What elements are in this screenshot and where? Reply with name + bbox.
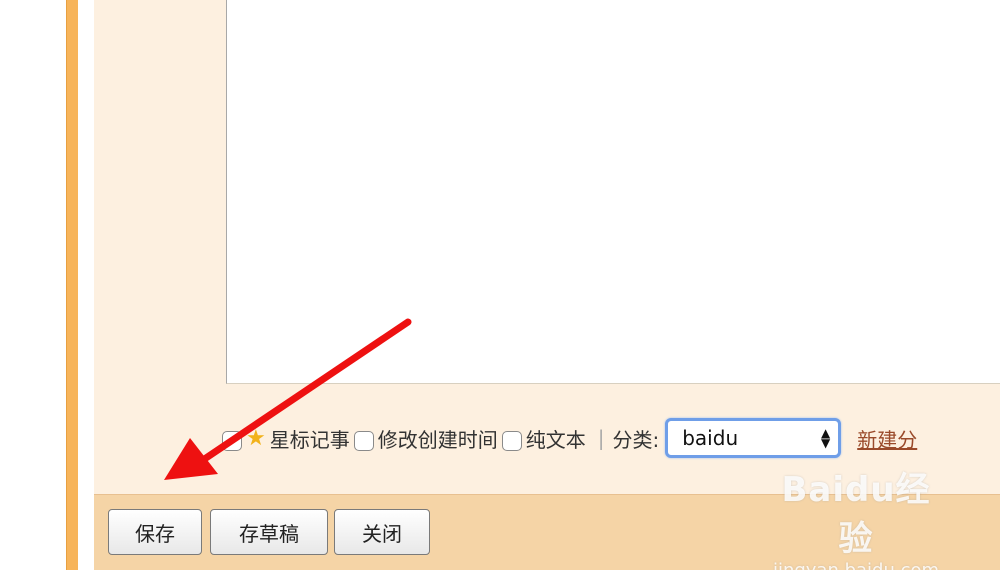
category-selected-value: baidu: [682, 426, 739, 450]
plain-text-label: 纯文本: [525, 427, 586, 452]
plain-text-checkbox[interactable]: [501, 431, 522, 451]
category-select[interactable]: baidu ▲ ▼: [665, 418, 842, 458]
modify-time-label: 修改创建时间: [377, 427, 498, 452]
baidu-watermark: Baidu经验 jingyan.baidu.com: [766, 462, 946, 570]
note-options-row: ★ 星标记事 修改创建时间 纯文本 | 分类: baidu ▲ ▼ 新建分: [222, 418, 917, 458]
left-panel-border: [66, 0, 78, 570]
save-draft-button[interactable]: 存草稿: [210, 509, 328, 555]
note-content-editor[interactable]: [226, 0, 1000, 384]
star-icon: ★: [246, 425, 266, 451]
close-button[interactable]: 关闭: [334, 509, 430, 555]
select-arrows-icon: ▲ ▼: [821, 426, 831, 450]
save-button[interactable]: 保存: [108, 509, 202, 555]
watermark-url: jingyan.baidu.com: [766, 560, 946, 570]
gap-strip: [78, 0, 94, 570]
modify-time-checkbox[interactable]: [353, 431, 374, 451]
new-category-link[interactable]: 新建分: [857, 424, 917, 453]
category-label: 分类:: [612, 427, 660, 452]
left-panel: [0, 0, 66, 570]
watermark-logo: Baidu经验: [781, 470, 931, 559]
star-checkbox[interactable]: [222, 431, 242, 451]
note-editor-page: ★ 星标记事 修改创建时间 纯文本 | 分类: baidu ▲ ▼ 新建分 保存 …: [0, 0, 1000, 570]
separator: |: [597, 426, 605, 450]
star-label: 星标记事: [269, 427, 350, 452]
